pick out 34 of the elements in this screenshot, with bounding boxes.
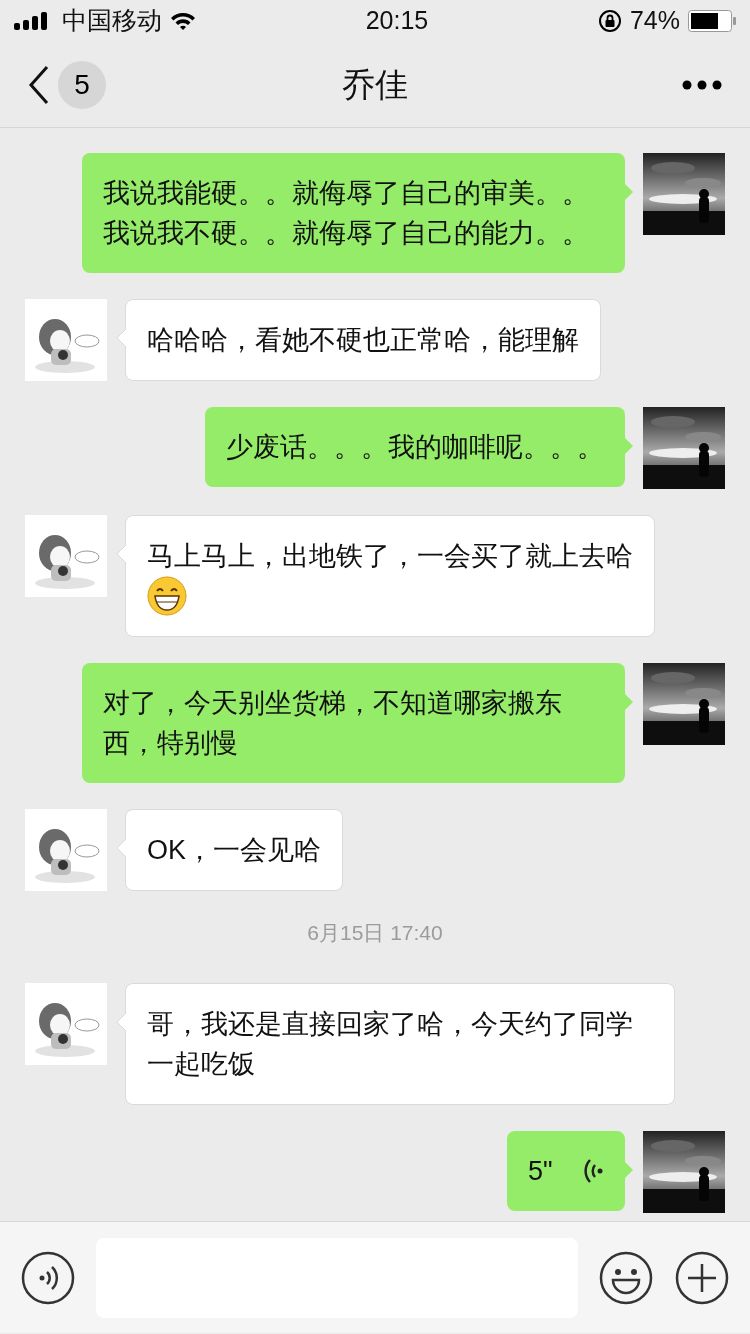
message-bubble: 哈哈哈，看她不硬也正常哈，能理解 [125, 299, 601, 381]
message-bubble: 哥，我还是直接回家了哈，今天约了同学一起吃饭 [125, 982, 675, 1105]
voice-message[interactable]: 5" [507, 1130, 625, 1211]
voice-input-button[interactable] [20, 1249, 76, 1306]
message-bubble: 我说我能硬。。就侮辱了自己的审美。。我说我不硬。。就侮辱了自己的能力。。 [82, 153, 625, 273]
bubble-tail [624, 183, 633, 201]
bubble-tail [624, 693, 633, 711]
bubble-tail [117, 545, 126, 563]
message-bubble: 对了，今天别坐货梯，不知道哪家搬东西，特别慢 [82, 663, 625, 783]
more-icon [682, 79, 722, 90]
bubble-tail [624, 1160, 633, 1179]
timestamp: 6月15日 17:40 [307, 921, 443, 944]
bubble-tail [624, 437, 633, 455]
back-button[interactable]: 5 [28, 60, 106, 109]
rotation-lock-icon [597, 9, 622, 33]
unread-count-badge: 5 [58, 60, 106, 109]
more-button[interactable] [682, 79, 722, 90]
emoji-button[interactable] [598, 1249, 654, 1306]
chat-title: 乔佳 [342, 65, 408, 103]
add-button[interactable] [674, 1249, 730, 1306]
clock-time: 20:15 [365, 6, 429, 35]
back-chevron-icon [28, 64, 50, 105]
message-bubble: 马上马上，出地铁了，一会买了就上去哈 [125, 515, 655, 637]
message-bubble: 少废话。。。我的咖啡呢。。。 [205, 407, 625, 487]
plus-icon [674, 1249, 730, 1306]
voice-icon [20, 1249, 76, 1306]
battery-percent: 74% [629, 5, 680, 37]
wifi-icon [170, 11, 196, 31]
bubble-tail [117, 1012, 126, 1031]
smiley-icon [598, 1249, 654, 1306]
carrier-name: 中国移动 [62, 5, 162, 37]
bubble-tail [117, 329, 126, 347]
message-bubble: OK，一会见哈 [125, 809, 343, 891]
bubble-tail [117, 839, 126, 857]
